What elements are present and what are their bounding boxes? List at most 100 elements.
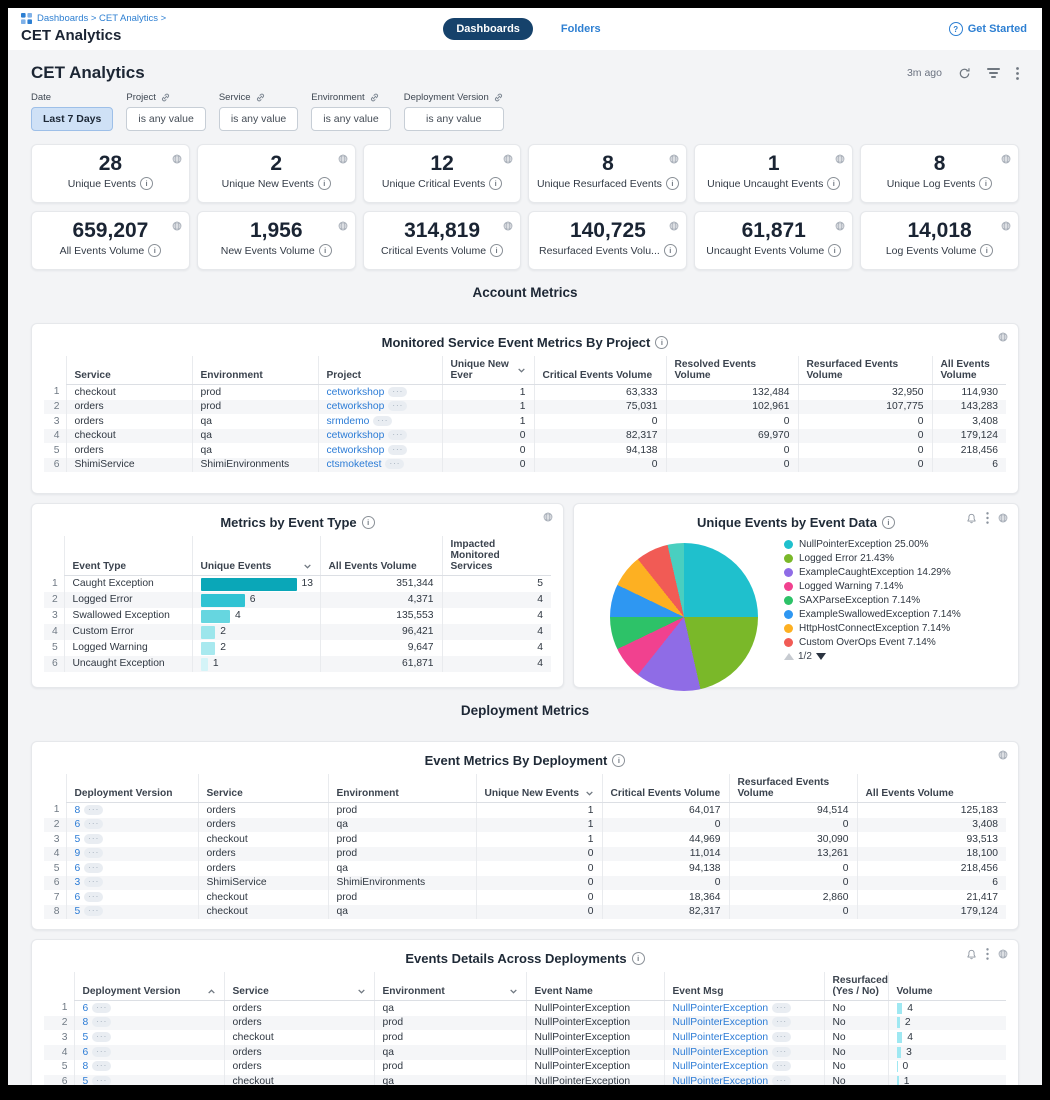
column-header[interactable]: Critical Events Volume xyxy=(602,774,729,803)
cell-actions-pill[interactable]: ··· xyxy=(84,877,103,887)
cell-actions-pill[interactable]: ··· xyxy=(772,1047,791,1057)
cell-link[interactable]: 8 xyxy=(83,1017,89,1028)
globe-icon[interactable] xyxy=(172,218,182,236)
legend-page-up-icon[interactable] xyxy=(784,653,794,660)
unique-events-bar[interactable] xyxy=(201,578,297,591)
cell-link[interactable]: ctsmoketest xyxy=(327,459,382,470)
cell-link[interactable]: 5 xyxy=(83,1032,89,1043)
cell-link[interactable]: NullPointerException xyxy=(673,1003,769,1014)
refresh-icon[interactable] xyxy=(958,67,971,80)
globe-icon[interactable] xyxy=(503,151,513,169)
cell-actions-pill[interactable]: ··· xyxy=(84,848,103,858)
cell-actions-pill[interactable]: ··· xyxy=(84,906,103,916)
globe-icon[interactable] xyxy=(543,512,553,522)
globe-icon[interactable] xyxy=(172,151,182,169)
column-header[interactable]: Service xyxy=(224,972,374,1001)
link-icon[interactable] xyxy=(160,92,171,103)
legend-item[interactable]: SAXParseException 7.14% xyxy=(784,595,982,607)
cell-actions-pill[interactable]: ··· xyxy=(84,834,103,844)
cell-link[interactable]: 6 xyxy=(75,892,81,903)
globe-icon[interactable] xyxy=(503,218,513,236)
cell-link[interactable]: cetworkshop xyxy=(327,430,385,441)
globe-icon[interactable] xyxy=(669,218,679,236)
column-header[interactable]: Event Name xyxy=(526,972,664,1001)
cell-actions-pill[interactable]: ··· xyxy=(84,819,103,829)
column-header[interactable]: Service xyxy=(66,356,192,385)
globe-icon[interactable] xyxy=(669,151,679,169)
cell-link[interactable]: 9 xyxy=(75,848,81,859)
legend-page-down-icon[interactable] xyxy=(816,653,826,660)
cell-actions-pill[interactable]: ··· xyxy=(772,1061,791,1071)
column-header[interactable]: Deployment Version xyxy=(66,774,198,803)
column-header[interactable]: Unique Events xyxy=(192,536,320,576)
filter-value-button[interactable]: is any value xyxy=(126,107,205,131)
cell-link[interactable]: NullPointerException xyxy=(673,1047,769,1058)
filter-value-button[interactable]: Last 7 Days xyxy=(31,107,113,131)
info-icon[interactable] xyxy=(980,244,993,257)
cell-actions-pill[interactable]: ··· xyxy=(84,892,103,902)
kebab-icon[interactable] xyxy=(986,512,989,524)
legend-item[interactable]: NullPointerException 25.00% xyxy=(784,539,982,551)
info-icon[interactable] xyxy=(655,336,668,349)
link-icon[interactable] xyxy=(255,92,266,103)
info-icon[interactable] xyxy=(319,244,332,257)
cell-link[interactable]: 5 xyxy=(83,1076,89,1085)
cell-actions-pill[interactable]: ··· xyxy=(84,863,103,873)
kebab-icon[interactable] xyxy=(986,948,989,960)
cell-link[interactable]: cetworkshop xyxy=(327,401,385,412)
bell-icon[interactable] xyxy=(966,949,977,960)
column-header[interactable]: Resurfaced Events Volume xyxy=(729,774,857,803)
pie-chart[interactable] xyxy=(610,543,758,691)
unique-events-bar[interactable] xyxy=(201,610,231,623)
column-header[interactable]: All Events Volume xyxy=(320,536,442,576)
apps-grid-icon[interactable] xyxy=(21,13,32,24)
globe-icon[interactable] xyxy=(835,218,845,236)
filter-value-button[interactable]: is any value xyxy=(311,107,390,131)
info-icon[interactable] xyxy=(148,244,161,257)
cell-actions-pill[interactable]: ··· xyxy=(92,1003,111,1013)
filters-toggle-icon[interactable] xyxy=(987,68,1000,78)
unique-events-bar[interactable] xyxy=(201,642,216,655)
cell-actions-pill[interactable]: ··· xyxy=(385,459,404,469)
globe-icon[interactable] xyxy=(1001,151,1011,169)
info-icon[interactable] xyxy=(318,177,331,190)
filter-value-button[interactable]: is any value xyxy=(404,107,504,131)
cell-actions-pill[interactable]: ··· xyxy=(92,1076,111,1085)
globe-icon[interactable] xyxy=(998,332,1008,342)
link-icon[interactable] xyxy=(369,92,380,103)
cell-link[interactable]: 6 xyxy=(75,819,81,830)
column-header[interactable]: Environment xyxy=(374,972,526,1001)
info-icon[interactable] xyxy=(612,754,625,767)
cell-actions-pill[interactable]: ··· xyxy=(772,1003,791,1013)
info-icon[interactable] xyxy=(632,952,645,965)
globe-icon[interactable] xyxy=(998,949,1008,959)
cell-actions-pill[interactable]: ··· xyxy=(92,1047,111,1057)
info-icon[interactable] xyxy=(664,244,677,257)
column-header[interactable]: Unique New Ever xyxy=(442,356,534,385)
cell-actions-pill[interactable]: ··· xyxy=(92,1061,111,1071)
cell-link[interactable]: NullPointerException xyxy=(673,1017,769,1028)
cell-link[interactable]: NullPointerException xyxy=(673,1032,769,1043)
cell-link[interactable]: 5 xyxy=(75,834,81,845)
legend-item[interactable]: HttpHostConnectException 7.14% xyxy=(784,623,982,635)
get-started-link[interactable]: Get Started xyxy=(968,23,1027,35)
info-icon[interactable] xyxy=(362,516,375,529)
globe-icon[interactable] xyxy=(1001,218,1011,236)
bell-icon[interactable] xyxy=(966,513,977,524)
unique-events-bar[interactable] xyxy=(201,594,245,607)
cell-actions-pill[interactable]: ··· xyxy=(388,430,407,440)
tab-folders[interactable]: Folders xyxy=(555,22,607,36)
cell-link[interactable]: NullPointerException xyxy=(673,1076,769,1085)
column-header[interactable]: Project xyxy=(318,356,442,385)
cell-actions-pill[interactable]: ··· xyxy=(92,1032,111,1042)
globe-icon[interactable] xyxy=(998,513,1008,523)
cell-actions-pill[interactable]: ··· xyxy=(772,1017,791,1027)
legend-item[interactable]: Custom OverOps Event 7.14% xyxy=(784,637,982,649)
column-header[interactable]: Volume xyxy=(888,972,1006,1001)
column-header[interactable]: Resurfaced Events Volume xyxy=(798,356,932,385)
legend-item[interactable]: Logged Warning 7.14% xyxy=(784,581,982,593)
legend-item[interactable]: ExampleSwallowedException 7.14% xyxy=(784,609,982,621)
column-header[interactable]: Impacted Monitored Services xyxy=(442,536,551,576)
column-header[interactable]: Environment xyxy=(192,356,318,385)
dashboard-menu-kebab-icon[interactable] xyxy=(1016,67,1019,80)
